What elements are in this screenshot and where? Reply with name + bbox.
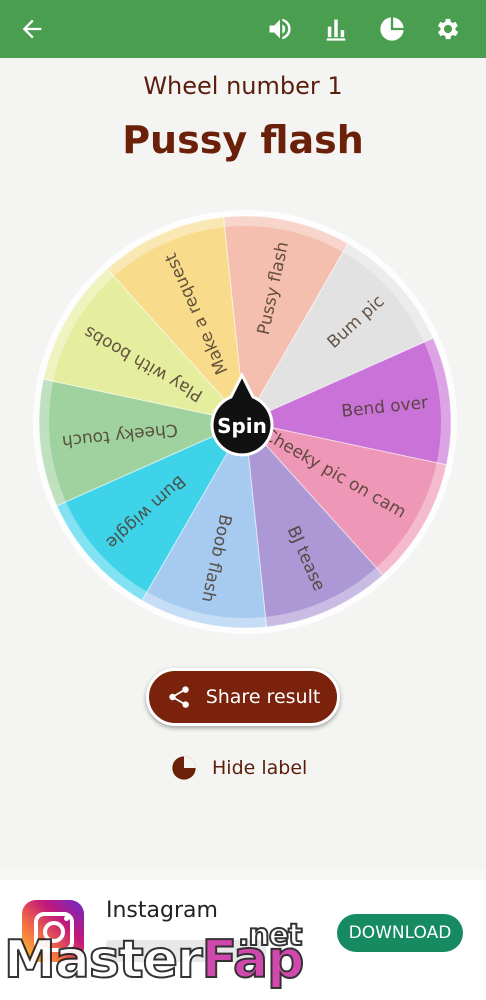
spin-button[interactable]: Spin: [207, 371, 277, 459]
result-title: Pussy flash: [122, 118, 364, 162]
hide-label-text: Hide label: [212, 757, 308, 779]
top-app-bar: [0, 0, 486, 58]
volume-icon[interactable]: [260, 9, 300, 49]
gear-icon[interactable]: [428, 9, 468, 49]
pie-chart-icon[interactable]: [372, 9, 412, 49]
pie-chart-icon: [172, 756, 196, 780]
hide-label-toggle[interactable]: Hide label: [170, 752, 307, 784]
share-icon: [169, 686, 189, 708]
wheel-number-label: Wheel number 1: [143, 72, 343, 100]
ad-app-name: Instagram: [106, 898, 218, 923]
stats-icon[interactable]: [316, 9, 356, 49]
download-button[interactable]: DOWNLOAD: [337, 914, 463, 952]
share-result-button[interactable]: Share result: [146, 668, 340, 726]
share-result-label: Share result: [205, 686, 321, 708]
watermark: MasterFap .net: [3, 917, 305, 991]
back-arrow-icon[interactable]: [12, 9, 52, 49]
spin-label: Spin: [217, 414, 267, 438]
